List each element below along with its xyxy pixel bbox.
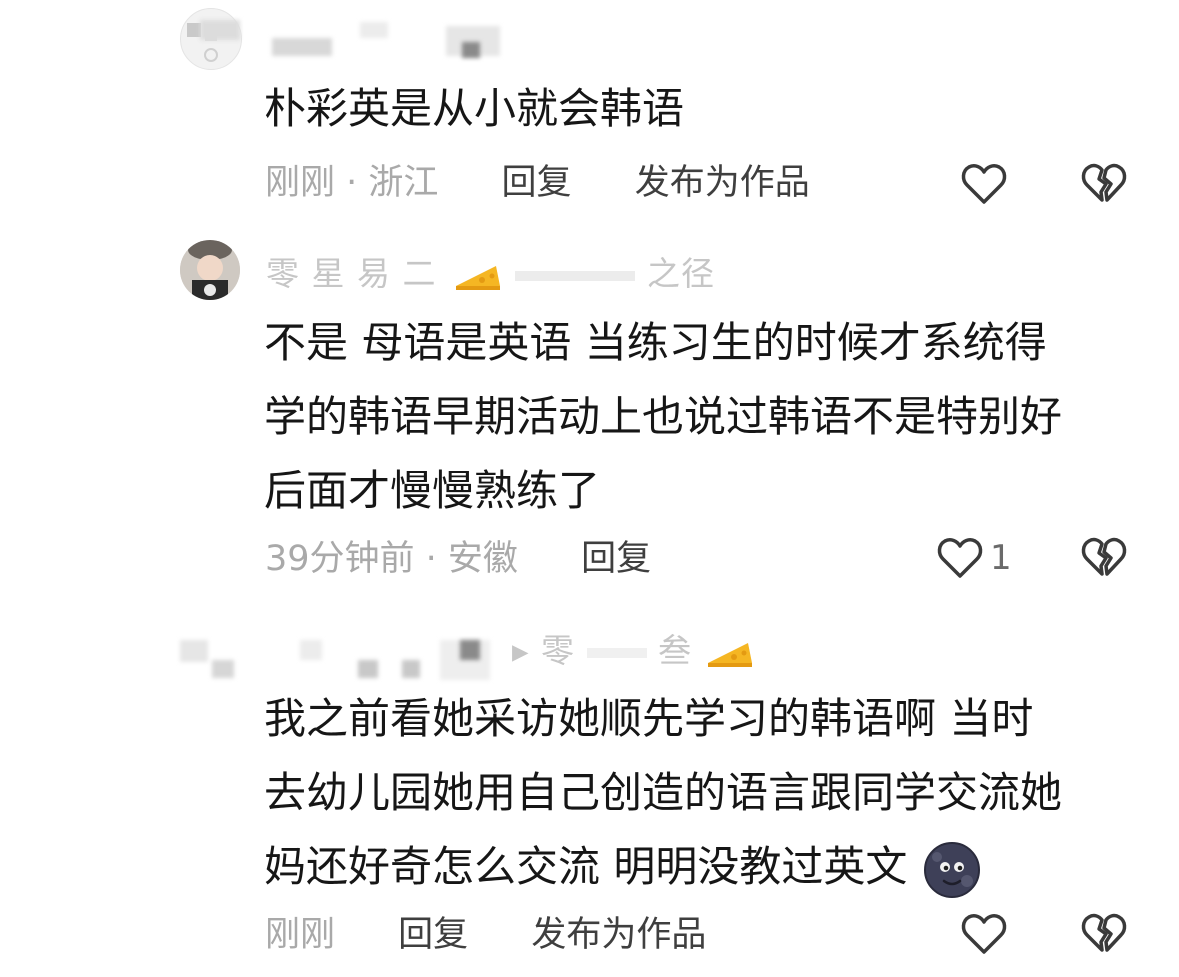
avatar[interactable]: [180, 240, 240, 300]
comment-meta: 刚刚 · 浙江 回复 发布为作品: [265, 158, 810, 208]
publish-as-work-button[interactable]: 发布为作品: [635, 163, 810, 203]
comment-time-location: 刚刚 · 浙江: [265, 163, 439, 203]
reply-button[interactable]: 回复: [502, 163, 572, 203]
broken-heart-icon[interactable]: [1080, 160, 1128, 208]
heart-outline-icon[interactable]: [936, 534, 984, 582]
comment-text: 我之前看她采访她顺先学习的韩语啊 当时 去幼儿园她用自己创造的语言跟同学交流她 …: [264, 682, 1144, 904]
reply-button[interactable]: 回复: [398, 915, 468, 955]
cheese-icon: [707, 642, 752, 667]
heart-outline-icon[interactable]: [960, 160, 1008, 208]
comment-meta: 39分钟前 · 安徽 回复: [265, 534, 651, 584]
broken-heart-icon[interactable]: [1080, 534, 1128, 582]
comment-time-location: 刚刚: [265, 915, 336, 955]
comment-time-location: 39分钟前 · 安徽: [265, 539, 518, 579]
heart-outline-icon[interactable]: [960, 910, 1008, 958]
comment-text: 朴彩英是从小就会韩语: [264, 84, 685, 133]
username[interactable]: ▸ 零 叁: [512, 624, 756, 672]
avatar-image: [180, 240, 240, 300]
comment-meta: 刚刚 回复 发布为作品: [265, 910, 706, 960]
cheese-icon: [455, 265, 500, 290]
broken-heart-icon[interactable]: [1080, 910, 1128, 958]
publish-as-work-button[interactable]: 发布为作品: [531, 915, 706, 955]
comment-text: 不是 母语是英语 当练习生的时候才系统得 学的韩语早期活动上也说过韩语不是特别好…: [264, 318, 1063, 515]
username[interactable]: 零 星 易 二 之径: [266, 247, 715, 295]
new-moon-face-emoji: [923, 841, 980, 898]
like-count: 1: [990, 538, 1012, 578]
reply-button[interactable]: 回复: [581, 539, 651, 579]
